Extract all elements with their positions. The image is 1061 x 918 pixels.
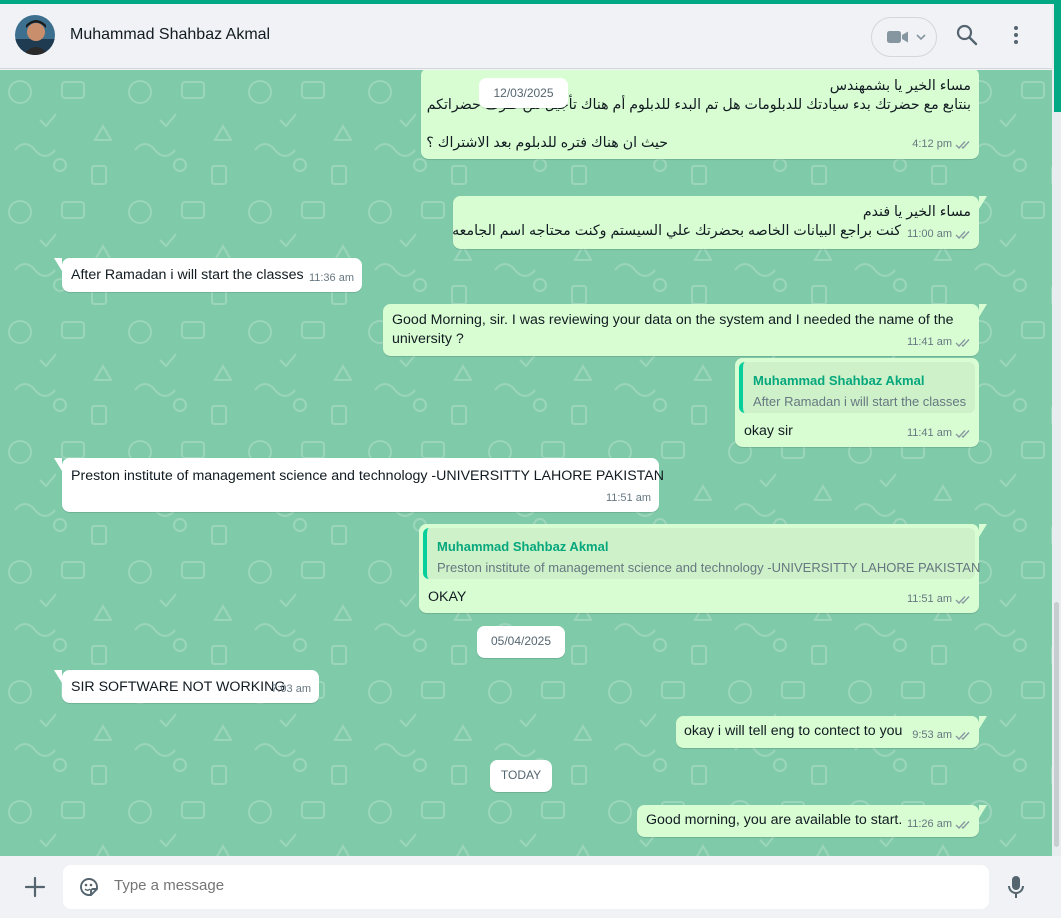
message-outgoing[interactable]: مساء الخير يا فندم كنت براجع البيانات ال…: [452, 196, 987, 249]
bubble-tail: [979, 805, 987, 818]
message-incoming[interactable]: SIR SOFTWARE NOT WORKING 7:03 am: [54, 670, 319, 703]
quoted-text: Preston institute of management science …: [437, 560, 981, 575]
message-text: Preston institute of management science …: [71, 468, 664, 484]
sticker-icon[interactable]: [78, 876, 100, 898]
message-outgoing-reply[interactable]: Muhammad Shahbaz Akmal After Ramadan i w…: [735, 358, 979, 447]
double-tick-icon: [955, 595, 970, 604]
message-meta: 4:12 pm: [912, 135, 972, 154]
bubble-tail: [979, 196, 987, 209]
menu-icon[interactable]: [1012, 24, 1020, 46]
message-text-line: مساء الخير يا بشمهندس: [829, 78, 971, 94]
bubble-tail: [979, 716, 987, 729]
message-text: OKAY: [428, 589, 467, 605]
message-time: 11:36 am: [308, 272, 354, 284]
message-time: 7:03 am: [271, 683, 311, 695]
double-tick-icon: [955, 731, 970, 740]
message-meta: 7:03 am: [271, 680, 311, 699]
message-text-line: مساء الخير يا فندم: [862, 204, 971, 220]
message-meta: 11:41 am: [907, 424, 972, 443]
date-divider: 12/03/2025: [479, 78, 568, 108]
message-time: 11:00 am: [906, 228, 952, 240]
message-text-line: حيث ان هناك فتره للدبلوم بعد الاشتراك ؟: [426, 135, 668, 151]
date-divider: 05/04/2025: [477, 626, 565, 658]
bubble-tail: [54, 458, 62, 471]
avatar[interactable]: [15, 15, 55, 55]
bubble-tail: [979, 304, 987, 317]
scrollbar[interactable]: [1052, 4, 1061, 856]
bubble-tail: [54, 258, 62, 271]
message-text-line: كنت براجع البيانات الخاصه بحضرتك علي الس…: [452, 223, 901, 239]
date-divider: TODAY: [490, 760, 552, 792]
message-outgoing[interactable]: okay i will tell eng to contect to you 9…: [676, 716, 987, 748]
message-text: okay sir: [744, 423, 793, 439]
scrollbar-thumb[interactable]: [1054, 602, 1059, 847]
search-icon[interactable]: [956, 24, 978, 46]
message-meta: 11:51 am: [907, 590, 972, 609]
message-incoming[interactable]: After Ramadan i will start the classes 1…: [54, 258, 362, 292]
composer-bar[interactable]: [0, 856, 1061, 918]
quoted-message[interactable]: Muhammad Shahbaz Akmal After Ramadan i w…: [739, 362, 975, 413]
quoted-author: Muhammad Shahbaz Akmal: [437, 539, 609, 554]
message-time: 11:51 am: [605, 492, 651, 504]
bubble-tail: [979, 524, 987, 537]
double-tick-icon: [955, 140, 970, 149]
message-text: Good morning, you are available to start…: [646, 812, 903, 828]
message-outgoing[interactable]: Good Morning, sir. I was reviewing your …: [383, 304, 987, 356]
message-time: 11:41 am: [906, 427, 952, 439]
message-meta: 11:26 am: [907, 815, 972, 834]
quoted-author: Muhammad Shahbaz Akmal: [753, 373, 925, 388]
message-meta: 11:00 am: [907, 225, 972, 244]
mic-icon[interactable]: [1006, 875, 1026, 899]
chevron-down-icon: [916, 34, 926, 41]
quoted-text: After Ramadan i will start the classes: [753, 394, 967, 409]
double-tick-icon: [955, 230, 970, 239]
message-text-line: university ?: [392, 331, 464, 347]
plus-icon[interactable]: [24, 876, 46, 898]
message-meta: 11:41 am: [907, 333, 972, 352]
chat-area[interactable]: مساء الخير يا بشمهندس بنتابع مع حضرتك بد…: [0, 70, 1052, 856]
message-meta: 9:53 am: [912, 726, 972, 745]
message-input-box[interactable]: [63, 865, 989, 909]
video-call-button[interactable]: [871, 17, 937, 57]
message-meta: 11:51 am: [606, 489, 651, 508]
message-input[interactable]: [114, 877, 964, 894]
message-time: 9:53 am: [912, 729, 952, 741]
double-tick-icon: [955, 820, 970, 829]
message-time: 11:41 am: [906, 336, 952, 348]
contact-name[interactable]: Muhammad Shahbaz Akmal: [70, 26, 270, 44]
chat-header[interactable]: Muhammad Shahbaz Akmal: [0, 4, 1052, 69]
message-text: After Ramadan i will start the classes: [71, 267, 304, 283]
message-time: 11:51 am: [906, 593, 952, 605]
message-text: okay i will tell eng to contect to you: [684, 723, 903, 739]
message-outgoing-reply[interactable]: Muhammad Shahbaz Akmal Preston institute…: [419, 524, 987, 613]
message-incoming[interactable]: Preston institute of management science …: [54, 458, 664, 512]
video-call-icon: [887, 31, 908, 43]
message-meta: 11:36 am: [309, 269, 354, 288]
message-text-line: Good Morning, sir. I was reviewing your …: [392, 312, 954, 328]
double-tick-icon: [955, 338, 970, 347]
scrollbar-accent: [1054, 4, 1061, 112]
double-tick-icon: [955, 429, 970, 438]
message-time: 4:12 pm: [912, 138, 952, 150]
bubble-tail: [54, 670, 62, 683]
message-time: 11:26 am: [906, 818, 952, 830]
quoted-message[interactable]: Muhammad Shahbaz Akmal Preston institute…: [423, 528, 980, 579]
message-outgoing[interactable]: Good morning, you are available to start…: [637, 805, 987, 837]
message-text: SIR SOFTWARE NOT WORKING: [71, 679, 286, 695]
